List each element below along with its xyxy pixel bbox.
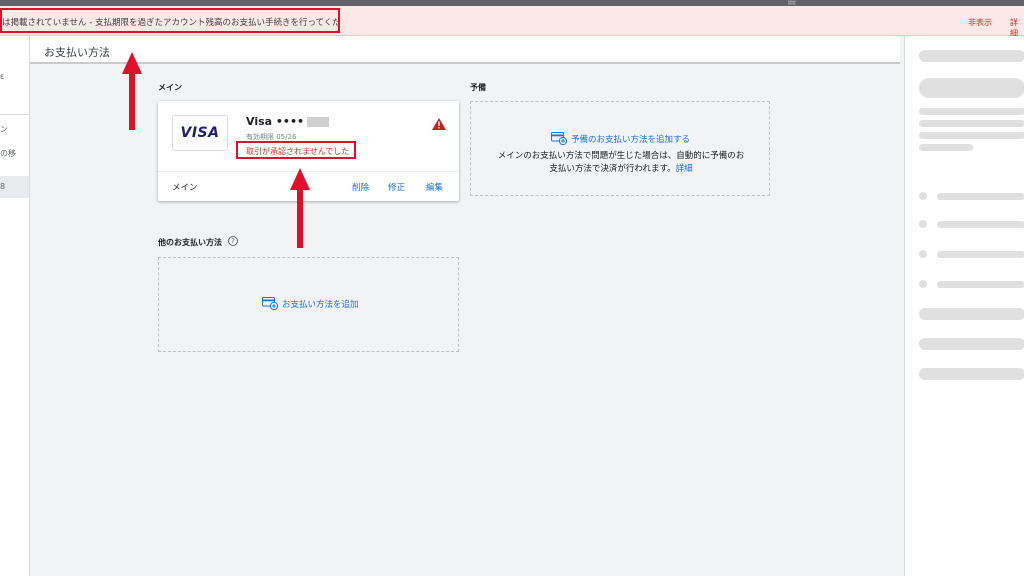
transaction-error-message: 取引が承認されませんでした — [246, 147, 350, 156]
skeleton-line — [919, 120, 1024, 127]
alert-dismiss-button[interactable]: 非表示 — [968, 17, 992, 28]
nav-fragment-2[interactable]: ン — [0, 124, 8, 135]
skeleton-block — [919, 78, 1024, 98]
alert-message: は掲載されていません - 支払期限を過ぎたアカウント残高のお支払い手続きを行って… — [2, 18, 340, 28]
page-header: お支払い方法 — [30, 36, 900, 64]
skeleton-line — [919, 368, 1024, 380]
skeleton-line — [937, 221, 1024, 228]
skeleton-line — [937, 251, 1024, 258]
skeleton-line — [919, 308, 1024, 320]
alert-banner: は掲載されていません - 支払期限を過ぎたアカウント残高のお支払い手続きを行って… — [0, 6, 1024, 38]
visa-logo: VISA — [172, 115, 228, 151]
card-role: メイン — [172, 183, 198, 193]
add-payment-method-label: お支払い方法を追加 — [282, 299, 359, 310]
other-methods-label: 他のお支払い方法 — [158, 238, 222, 247]
fix-button[interactable]: 修正 — [388, 181, 405, 193]
skeleton-dot — [919, 192, 927, 200]
edit-button[interactable]: 編集 — [426, 181, 443, 193]
annotation-arrow-up-error — [290, 168, 310, 248]
skeleton-line — [919, 144, 973, 151]
masked-digits — [307, 117, 330, 127]
skeleton-dot — [919, 280, 927, 288]
add-card-icon — [551, 132, 567, 145]
skeleton-line — [919, 338, 1024, 350]
backup-description-line1: メインのお支払い方法で問題が生じた場合は、自動的に予備のお — [497, 151, 745, 161]
help-icon[interactable]: ? — [228, 236, 238, 246]
backup-payment-box: 予備のお支払い方法を追加する メインのお支払い方法で問題が生じた場合は、自動的に… — [470, 101, 770, 196]
alert-highlight-annotation: は掲載されていません - 支払期限を過ぎたアカウント残高のお支払い手続きを行って… — [0, 8, 340, 33]
warning-icon — [432, 118, 446, 130]
card-name: Visa •••• — [246, 115, 330, 128]
page-title: お支払い方法 — [44, 46, 110, 59]
skeleton-line — [919, 132, 1024, 139]
skeleton-dot — [919, 220, 927, 228]
annotation-arrow-up-alert — [122, 52, 142, 130]
nav-fragment-1[interactable]: ε — [0, 72, 4, 81]
add-payment-method-link[interactable]: お支払い方法を追加 — [262, 297, 359, 310]
nav-fragment-3[interactable]: の移 — [0, 148, 16, 159]
skeleton-dot — [919, 250, 927, 258]
other-payment-box: お支払い方法を追加 — [158, 257, 459, 352]
backup-description: メインのお支払い方法で問題が生じた場合は、自動的に予備のお 支払い方法で決済が行… — [491, 150, 751, 176]
card-name-text: Visa •••• — [246, 115, 305, 128]
backup-section-label: 予備 — [470, 83, 486, 92]
add-backup-payment-label: 予備のお支払い方法を追加する — [571, 134, 691, 145]
add-card-icon — [262, 297, 278, 310]
primary-section-label: メイン — [158, 83, 182, 92]
delete-button[interactable]: 削除 — [352, 181, 369, 193]
help-icon-glyph: ? — [231, 237, 235, 245]
visa-logo-text: VISA — [180, 125, 220, 141]
backup-details-link[interactable]: 詳細 — [676, 164, 693, 174]
error-highlight-annotation: 取引が承認されませんでした — [236, 141, 356, 159]
left-navigation: ε ン の移 8 — [0, 36, 30, 576]
right-side-panel — [904, 36, 1024, 576]
skeleton-line — [919, 50, 1024, 62]
skeleton-line — [919, 108, 1024, 115]
add-backup-payment-link[interactable]: 予備のお支払い方法を追加する — [551, 132, 690, 145]
backup-description-line2: 支払い方法で決済が行われます。 — [549, 164, 676, 174]
nav-divider — [0, 114, 29, 115]
skeleton-line — [937, 281, 1024, 288]
skeleton-line — [937, 193, 1024, 200]
nav-fragment-4[interactable]: 8 — [0, 182, 5, 191]
